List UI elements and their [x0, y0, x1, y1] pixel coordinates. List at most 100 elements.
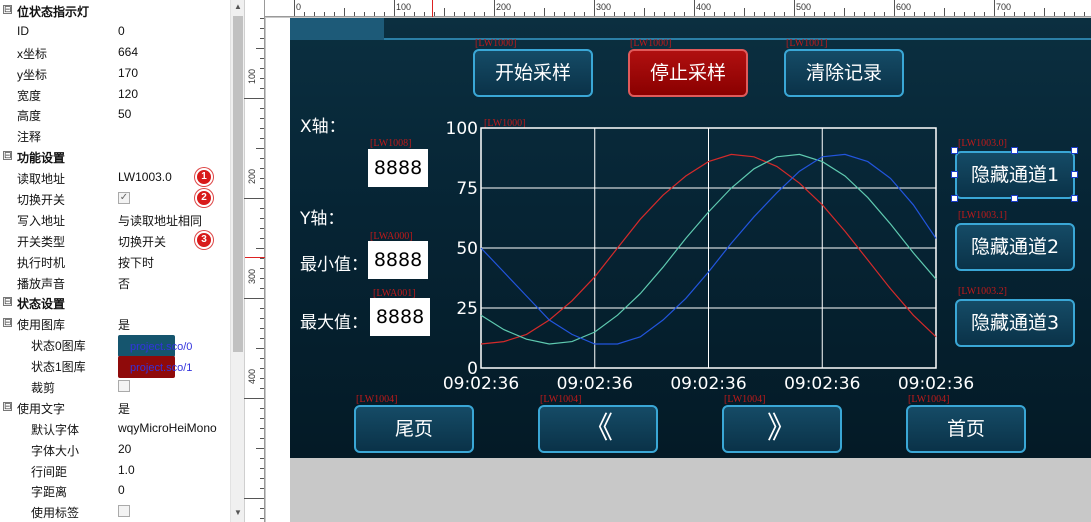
property-row[interactable]: ⊟ 功能设置: [0, 146, 244, 167]
property-row[interactable]: 开关类型 切换开关 3: [0, 230, 244, 251]
gallery-swatch[interactable]: project.sco/1: [118, 356, 192, 379]
property-value[interactable]: 与读取地址相同: [118, 212, 202, 229]
scroll-down-icon[interactable]: ▼: [234, 508, 242, 517]
gallery-path: project.sco/0: [130, 341, 193, 354]
ruler-tick: [260, 268, 264, 269]
property-value[interactable]: 是: [118, 400, 130, 417]
property-value[interactable]: 是: [118, 316, 130, 333]
ruler-tick: [344, 8, 345, 16]
gallery-swatch[interactable]: project.sco/0: [118, 335, 192, 358]
property-row[interactable]: 状态0图库 project.sco/0: [0, 334, 244, 358]
ruler-label: 0: [296, 2, 302, 12]
property-row[interactable]: 字距离 0: [0, 480, 244, 501]
ruler-tick: [534, 12, 535, 16]
ruler-tick: [484, 12, 485, 16]
ruler-tick: [834, 12, 835, 16]
ruler-tick: [1054, 12, 1055, 16]
property-label: 开关类型: [17, 234, 66, 249]
ruler-tick: [260, 428, 264, 429]
ruler-tick: [894, 0, 895, 16]
ruler-label: 100: [247, 68, 257, 84]
ruler-tick: [854, 12, 855, 16]
ruler-tick: [364, 12, 365, 16]
ruler-tick: [260, 128, 264, 129]
callout-badge: 3: [195, 230, 213, 249]
property-checkbox[interactable]: [118, 380, 130, 393]
scroll-thumb[interactable]: [233, 16, 243, 352]
property-row[interactable]: ⊟ 位状态指示灯: [0, 0, 244, 21]
property-scrollbar[interactable]: ▲ ▼: [230, 0, 244, 522]
ruler-tick: [1084, 12, 1085, 16]
ruler-tick: [260, 108, 264, 109]
ruler-tick: [824, 12, 825, 16]
property-row[interactable]: ⊟ 状态设置: [0, 292, 244, 313]
collapse-toggle-icon[interactable]: ⊟: [3, 401, 12, 411]
ruler-tick: [256, 48, 264, 49]
property-row[interactable]: 裁剪: [0, 376, 244, 397]
property-value[interactable]: 50: [118, 107, 131, 121]
property-checkbox[interactable]: ✓: [118, 192, 130, 205]
collapse-toggle-icon[interactable]: ⊟: [3, 151, 12, 161]
property-value[interactable]: 0: [118, 24, 125, 38]
property-value[interactable]: 否: [118, 275, 130, 292]
property-row[interactable]: x坐标 664: [0, 42, 244, 63]
ruler-tick: [1064, 12, 1065, 16]
property-value[interactable]: 切换开关: [118, 233, 166, 250]
property-value[interactable]: 1.0: [118, 463, 135, 477]
property-value[interactable]: 0: [118, 483, 125, 497]
collapse-toggle-icon[interactable]: ⊟: [3, 297, 12, 307]
ruler-tick: [260, 518, 264, 519]
ruler-tick: [384, 12, 385, 16]
property-row[interactable]: ⊟ 使用文字 是: [0, 397, 244, 418]
property-label: 写入地址: [17, 213, 66, 228]
ruler-tick: [624, 12, 625, 16]
ruler-tick: [474, 12, 475, 16]
property-row[interactable]: 播放声音 否: [0, 272, 244, 293]
ruler-tick: [604, 12, 605, 16]
hmi-screen-canvas[interactable]: [LW1000] 开始采样 [LW1000] 停止采样 [LW1001] 清除记录 X轴： Y…: [290, 18, 1091, 458]
ruler-tick: [494, 0, 495, 16]
ruler-tick: [634, 12, 635, 16]
property-label: 读取地址: [17, 172, 66, 187]
ruler-tick: [564, 12, 565, 16]
ruler-tick: [704, 12, 705, 16]
property-row[interactable]: 使用标签: [0, 501, 244, 522]
property-value[interactable]: wqyMicroHeiMono: [118, 421, 217, 435]
property-row[interactable]: y坐标 170: [0, 63, 244, 84]
property-row[interactable]: 默认字体 wqyMicroHeiMono: [0, 418, 244, 439]
property-value[interactable]: 20: [118, 442, 131, 456]
property-value[interactable]: 664: [118, 45, 138, 59]
collapse-toggle-icon[interactable]: ⊟: [3, 5, 12, 14]
property-row[interactable]: 宽度 120: [0, 84, 244, 105]
ruler-tick: [394, 0, 395, 16]
canvas-outside-area: [290, 458, 1091, 522]
property-row[interactable]: 读取地址 LW1003.0 1: [0, 167, 244, 188]
property-row[interactable]: 写入地址 与读取地址相同: [0, 209, 244, 230]
ruler-tick: [324, 12, 325, 16]
property-row[interactable]: ID 0: [0, 21, 244, 42]
property-row[interactable]: 行间距 1.0: [0, 460, 244, 481]
property-value[interactable]: 120: [118, 87, 138, 101]
property-checkbox[interactable]: [118, 505, 130, 518]
ruler-tick: [260, 218, 264, 219]
ruler-label: 400: [247, 368, 257, 384]
property-panel: ⊟ 位状态指示灯 ID 0 x坐标 664 y坐标 170 宽度 120 高度 50 注释 ⊟ 功能设置读取…: [0, 0, 245, 522]
property-row[interactable]: 切换开关 ✓ 2: [0, 188, 244, 209]
property-value[interactable]: 170: [118, 66, 138, 80]
property-label: 高度: [17, 109, 42, 124]
property-value[interactable]: LW1003.0: [118, 170, 172, 184]
property-value[interactable]: 按下时: [118, 254, 154, 271]
ruler-tick: [584, 12, 585, 16]
property-row[interactable]: 执行时机 按下时: [0, 251, 244, 272]
ruler-label: 300: [247, 268, 257, 284]
property-row[interactable]: 注释: [0, 125, 244, 146]
ruler-tick: [260, 68, 264, 69]
property-label: 裁剪: [31, 381, 56, 396]
property-row[interactable]: 字体大小 20: [0, 439, 244, 460]
property-row[interactable]: 状态1图库 project.sco/1: [0, 355, 244, 379]
collapse-toggle-icon[interactable]: ⊟: [3, 318, 12, 328]
property-row[interactable]: ⊟ 使用图库 是: [0, 313, 244, 334]
property-row[interactable]: 高度 50: [0, 104, 244, 125]
scroll-up-icon[interactable]: ▲: [234, 2, 242, 11]
ruler-tick: [424, 12, 425, 16]
